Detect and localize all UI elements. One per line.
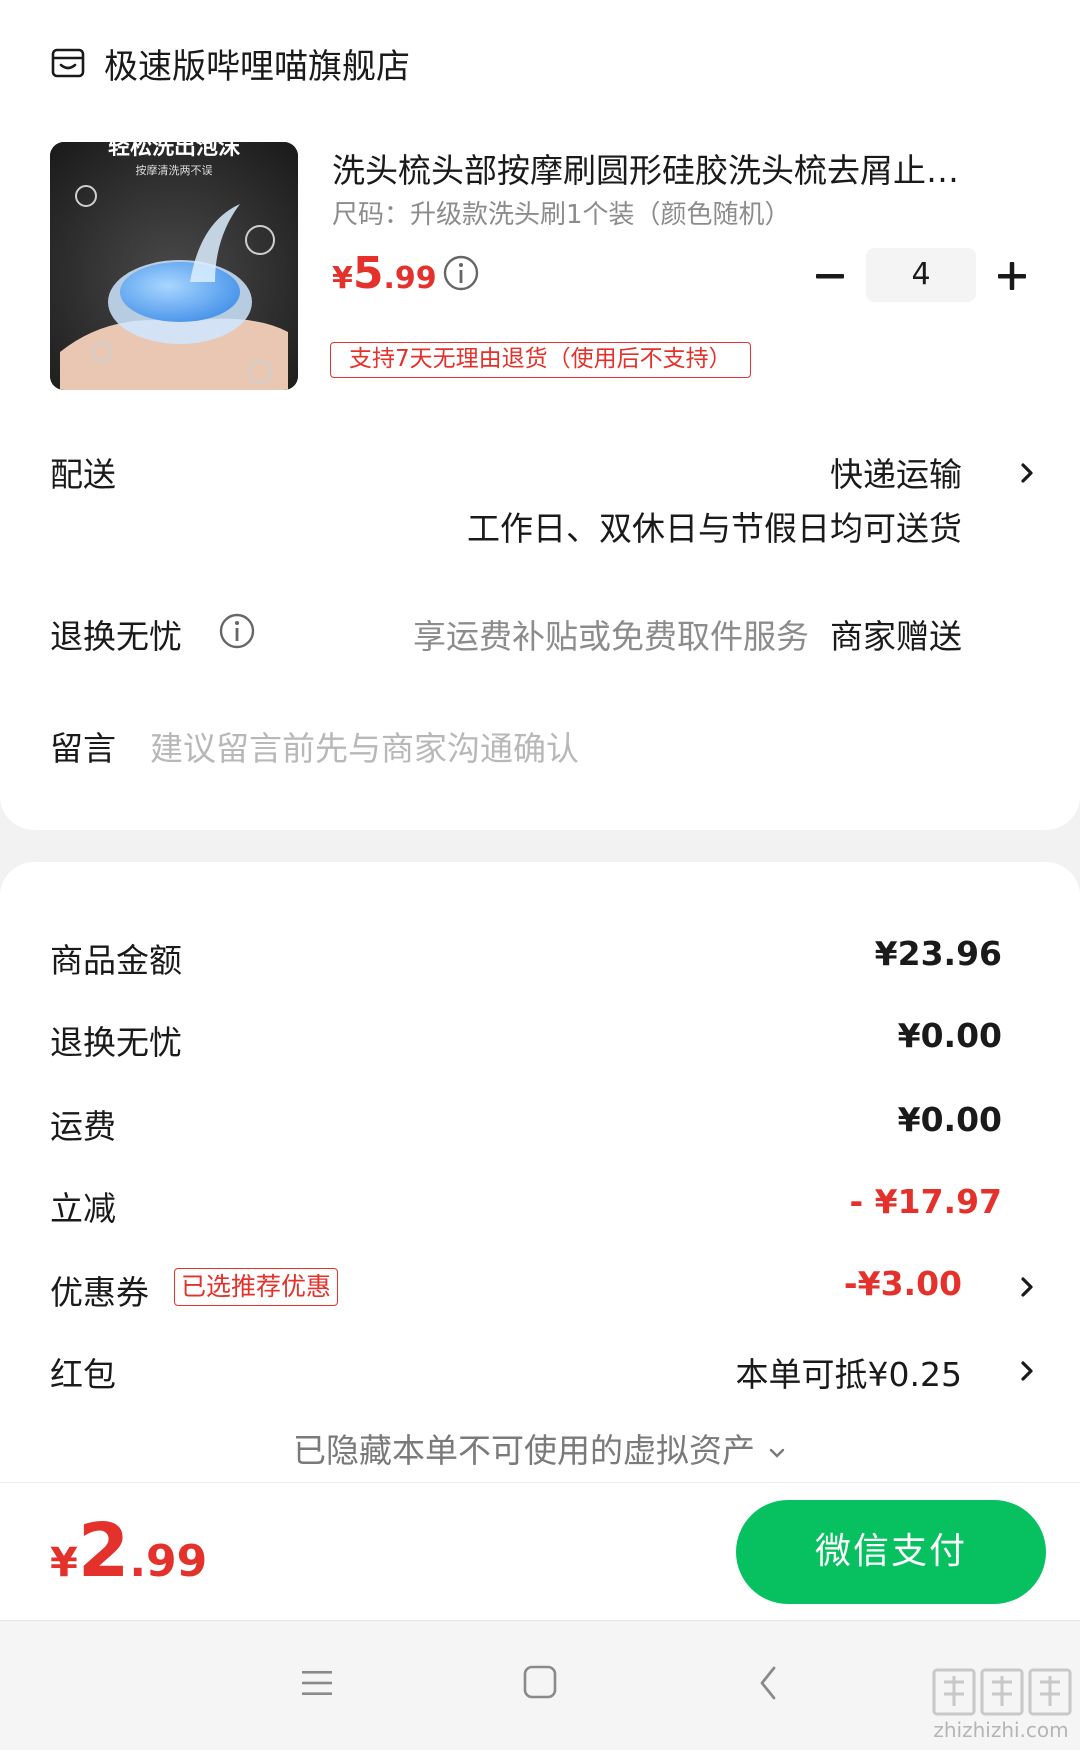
home-icon[interactable] bbox=[522, 1664, 558, 1700]
redpack-label: 红包 bbox=[50, 1355, 116, 1394]
unit-price: ¥ 5 .99 bbox=[332, 248, 437, 299]
delivery-chevron-right-icon[interactable] bbox=[1016, 458, 1038, 488]
menu-icon[interactable] bbox=[300, 1668, 334, 1698]
price-info-icon[interactable] bbox=[442, 254, 480, 292]
coupon-tag: 已选推荐优惠 bbox=[174, 1268, 339, 1306]
quantity-decrease-button[interactable] bbox=[812, 258, 848, 294]
coupon-label: 优惠券 bbox=[50, 1273, 149, 1312]
shipping-value: ¥0.00 bbox=[897, 1100, 1002, 1139]
order-card bbox=[0, 0, 1080, 830]
return-policy-badge: 支持7天无理由退货（使用后不支持） bbox=[330, 342, 751, 378]
goods-amount-label: 商品金额 bbox=[50, 941, 182, 980]
worry-free-info-icon[interactable] bbox=[218, 612, 256, 650]
product-title[interactable]: 洗头梳头部按摩刷圆形硅胶洗头梳去屑止… bbox=[332, 144, 1022, 192]
total-int: 2 bbox=[77, 1508, 130, 1594]
product-image[interactable]: 轻松洗出泡沫 按摩清洗两不误 bbox=[50, 142, 298, 390]
total-price: ¥ 2 .99 bbox=[50, 1508, 207, 1594]
shipping-label: 运费 bbox=[50, 1107, 116, 1146]
product-spec[interactable]: 尺码：升级款洗头刷1个装（颜色随机） bbox=[332, 194, 791, 231]
redpack-chevron-right-icon[interactable] bbox=[1016, 1356, 1038, 1386]
delivery-label: 配送 bbox=[50, 455, 116, 494]
delivery-method[interactable]: 快递运输 bbox=[830, 448, 962, 496]
quantity-input[interactable]: 4 bbox=[866, 248, 976, 302]
summary-worry-free-label: 退换无忧 bbox=[50, 1023, 182, 1062]
message-label: 留言 bbox=[50, 729, 116, 768]
quantity-increase-button[interactable] bbox=[994, 258, 1030, 294]
back-icon[interactable] bbox=[756, 1664, 780, 1702]
discount-value: - ¥17.97 bbox=[849, 1182, 1002, 1221]
worry-free-service: 享运费补贴或免费取件服务 bbox=[413, 617, 810, 656]
total-dec: .99 bbox=[129, 1536, 208, 1587]
goods-amount-value: ¥23.96 bbox=[874, 934, 1002, 973]
price-int: 5 bbox=[352, 248, 384, 299]
store-icon bbox=[51, 48, 85, 78]
hidden-assets-label: 已隐藏本单不可使用的虚拟资产 bbox=[293, 1431, 755, 1470]
watermark-logo-icon bbox=[932, 1668, 1072, 1716]
summary-worry-free-value: ¥0.00 bbox=[897, 1016, 1002, 1055]
hidden-assets-toggle[interactable]: 已隐藏本单不可使用的虚拟资产 bbox=[0, 1424, 1080, 1472]
product-image-subcaption: 按摩清洗两不误 bbox=[136, 163, 213, 177]
watermark-text: zhizhizhi.com bbox=[933, 1718, 1069, 1742]
worry-free-desc: 享运费补贴或免费取件服务 商家赠送 bbox=[413, 610, 962, 658]
worry-free-gift: 商家赠送 bbox=[830, 617, 962, 656]
coupon-value[interactable]: -¥3.00 bbox=[844, 1264, 962, 1303]
redpack-value[interactable]: 本单可抵¥0.25 bbox=[736, 1348, 962, 1396]
price-dec: .99 bbox=[383, 261, 437, 296]
chevron-down-icon bbox=[769, 1448, 785, 1458]
worry-free-label: 退换无忧 bbox=[50, 617, 182, 656]
total-symbol: ¥ bbox=[50, 1540, 78, 1586]
coupon-chevron-right-icon[interactable] bbox=[1016, 1272, 1038, 1302]
product-image-caption: 轻松洗出泡沫 bbox=[108, 142, 241, 160]
shop-name: 极速版哔哩喵旗舰店 bbox=[104, 46, 410, 87]
shop-row[interactable]: 极速版哔哩喵旗舰店 bbox=[50, 38, 410, 88]
delivery-note: 工作日、双休日与节假日均可送货 bbox=[467, 509, 962, 548]
price-symbol: ¥ bbox=[332, 261, 353, 296]
discount-label: 立减 bbox=[50, 1189, 116, 1228]
message-input[interactable]: 建议留言前先与商家沟通确认 bbox=[150, 722, 579, 770]
wechat-pay-button[interactable]: 微信支付 bbox=[736, 1500, 1046, 1604]
